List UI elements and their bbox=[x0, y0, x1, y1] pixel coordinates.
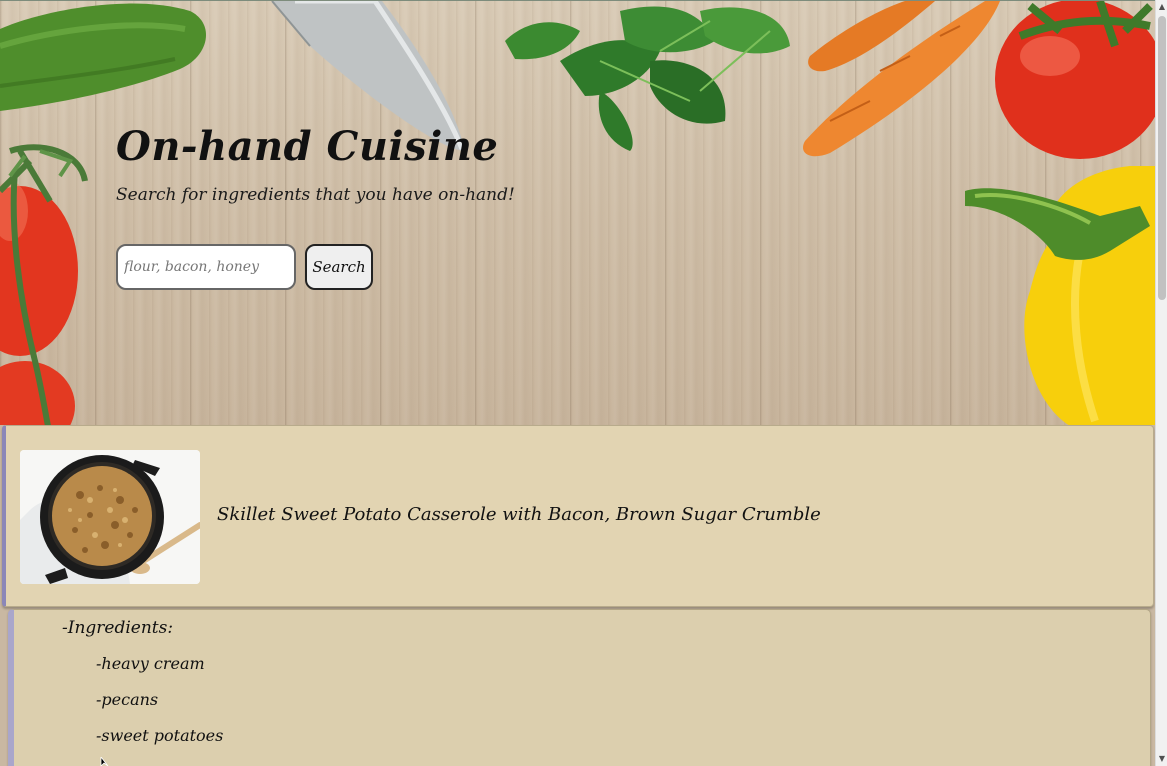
yellow-pepper-image bbox=[965, 166, 1155, 425]
site-title: On-hand Cuisine bbox=[116, 123, 499, 170]
search-button[interactable]: Search bbox=[305, 244, 373, 290]
scroll-down-arrow-icon[interactable]: ▼ bbox=[1156, 752, 1167, 766]
ingredients-panel: -Ingredients: -heavy cream -pecans -swee… bbox=[8, 609, 1151, 766]
mouse-pointer-icon bbox=[100, 757, 109, 766]
ingredient-search-input[interactable] bbox=[116, 244, 296, 290]
hero-banner: On-hand Cuisine Search for ingredients t… bbox=[0, 0, 1155, 425]
scrollbar-thumb[interactable] bbox=[1158, 16, 1166, 300]
vertical-scrollbar[interactable]: ▲ ▼ bbox=[1155, 0, 1167, 766]
hero-content: On-hand Cuisine Search for ingredients t… bbox=[116, 123, 515, 290]
recipe-title[interactable]: Skillet Sweet Potato Casserole with Baco… bbox=[217, 504, 821, 525]
ingredient-item: -sweet potatoes bbox=[96, 726, 224, 745]
ingredients-heading: -Ingredients: bbox=[62, 618, 174, 638]
recipe-card[interactable]: Skillet Sweet Potato Casserole with Baco… bbox=[2, 425, 1154, 607]
parsley-image bbox=[505, 6, 790, 151]
vine-tomatoes-image bbox=[0, 144, 88, 425]
scroll-up-arrow-icon[interactable]: ▲ bbox=[1156, 0, 1167, 14]
ingredient-list: -heavy cream -pecans -sweet potatoes bbox=[96, 654, 223, 762]
site-subtitle: Search for ingredients that you have on-… bbox=[116, 185, 515, 205]
tomato-image bbox=[995, 1, 1155, 159]
ingredient-item: -heavy cream bbox=[96, 654, 205, 673]
page: On-hand Cuisine Search for ingredients t… bbox=[0, 0, 1155, 766]
ingredient-item: -pecans bbox=[96, 690, 159, 709]
recipe-image[interactable] bbox=[20, 450, 200, 584]
search-form: Search bbox=[116, 244, 515, 290]
carrots-image bbox=[802, 1, 1000, 157]
skillet-casserole-image bbox=[20, 450, 200, 584]
cucumber-image bbox=[0, 3, 207, 111]
